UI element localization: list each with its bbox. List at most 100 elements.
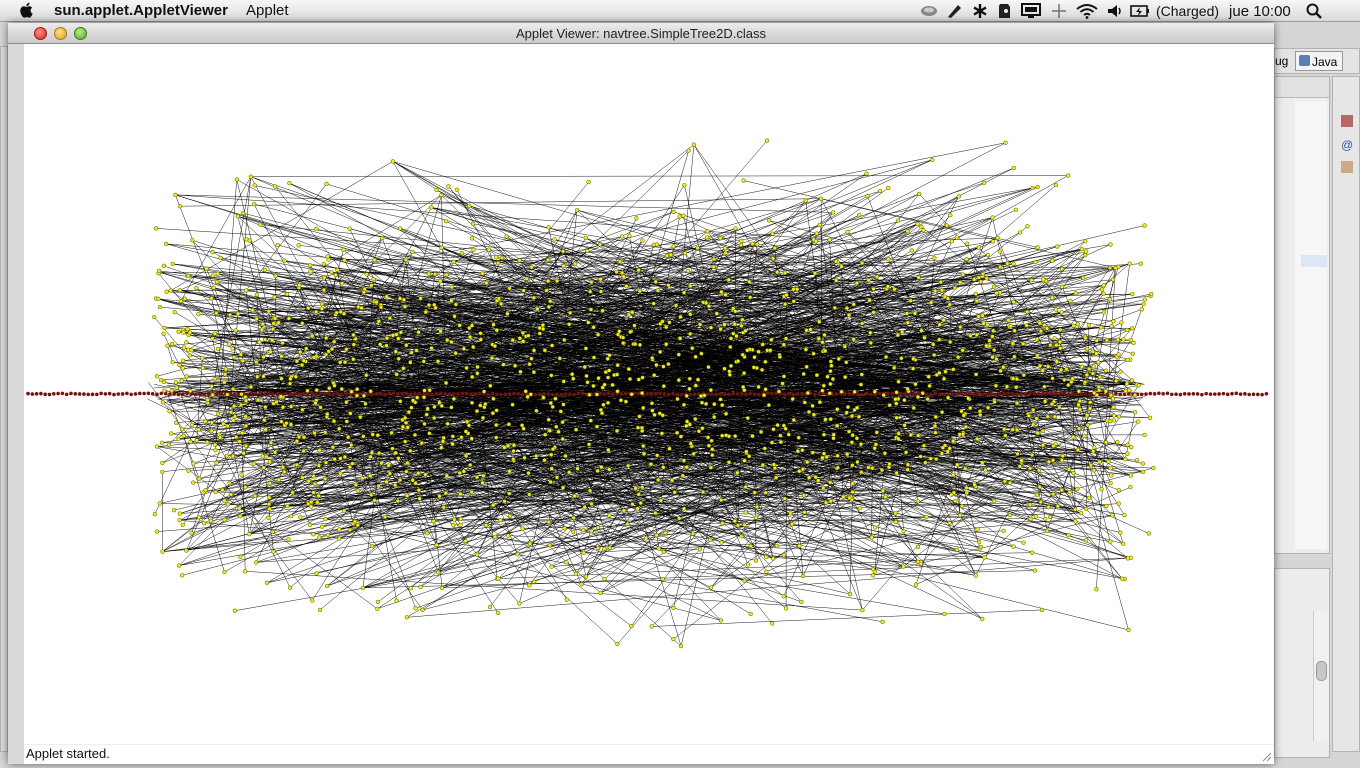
tree-node (1003, 433, 1008, 438)
pen-tool-icon[interactable] (940, 0, 968, 22)
tree-node (520, 526, 525, 531)
tree-node (618, 398, 624, 403)
tree-node (469, 436, 474, 441)
at-icon[interactable]: @ (1341, 139, 1353, 151)
tree-node (748, 543, 753, 549)
zoom-button[interactable] (74, 27, 87, 40)
tree-node (325, 411, 330, 417)
tree-node (1040, 368, 1045, 373)
volume-icon[interactable] (1102, 0, 1128, 22)
applet-menu[interactable]: Applet (246, 2, 289, 19)
tree-node (1136, 419, 1141, 424)
tree-node (1034, 492, 1040, 498)
tree-node (153, 226, 159, 231)
tree-node (1125, 556, 1131, 561)
tree-node (222, 372, 228, 377)
tree-node (264, 454, 269, 459)
tree-node (810, 450, 815, 455)
tree-node (439, 585, 445, 591)
tree-node (932, 255, 937, 260)
tree-node (722, 366, 727, 371)
toolbar-icon-2[interactable] (1341, 161, 1353, 173)
tree-node (368, 473, 373, 479)
tree-node (681, 402, 687, 407)
app-menu[interactable]: sun.applet.AppletViewer (54, 2, 228, 19)
tree-node (341, 311, 347, 316)
axis-node (735, 392, 740, 396)
axis-node (800, 392, 804, 396)
tree-node (1096, 360, 1101, 365)
tree-node (156, 296, 161, 302)
tree-node (745, 415, 750, 421)
close-button[interactable] (34, 27, 47, 40)
tree-node (588, 418, 593, 423)
axis-node (387, 391, 392, 396)
tree-node (439, 245, 444, 250)
console-scrollbar[interactable] (1313, 611, 1328, 741)
tree-node (607, 467, 612, 472)
battery-icon[interactable] (1128, 0, 1152, 22)
tree-node (588, 307, 594, 312)
tree-node (883, 354, 889, 360)
tree-node (351, 342, 356, 347)
move-icon[interactable] (1046, 0, 1072, 22)
resize-grip-icon[interactable] (1262, 752, 1272, 762)
window-titlebar[interactable]: Applet Viewer: navtree.SimpleTree2D.clas… (8, 23, 1274, 44)
tree-node (563, 453, 568, 459)
apple-menu-icon[interactable] (18, 1, 36, 19)
tree-node (697, 547, 703, 552)
tree-node (1076, 402, 1081, 407)
tree-node (933, 288, 938, 294)
scrollbar-thumb[interactable] (1316, 661, 1327, 681)
perspective-debug[interactable]: ug (1275, 54, 1288, 68)
tree-node (237, 506, 242, 511)
axis-node (860, 392, 864, 397)
spotlight-search-icon[interactable] (1297, 0, 1331, 22)
toolbar-icon-1[interactable] (1341, 115, 1353, 127)
evernote-icon[interactable] (992, 0, 1016, 22)
tree-node (1139, 307, 1144, 312)
tree-node (783, 426, 788, 431)
tree-node (182, 296, 188, 301)
tree-node (425, 406, 430, 411)
display-icon[interactable] (1016, 0, 1046, 22)
growl-icon[interactable] (918, 0, 940, 22)
tree-node (1002, 479, 1008, 484)
tree-node (859, 470, 864, 475)
tree-node (1108, 481, 1113, 486)
tree-node (387, 315, 392, 321)
tree-node (600, 308, 605, 313)
tree-node (844, 360, 849, 365)
tree-node (517, 601, 522, 606)
clock[interactable]: jue 10:00 (1223, 0, 1297, 22)
tree-node (238, 514, 243, 519)
axis-node (955, 392, 959, 397)
wifi-icon[interactable] (1072, 0, 1102, 22)
tree-node (1094, 587, 1099, 592)
tree-node (550, 447, 556, 452)
tree-node (763, 387, 768, 392)
tree-node (191, 480, 196, 485)
tree-node (899, 356, 904, 361)
applet-canvas[interactable] (24, 44, 1274, 744)
tree-node (893, 519, 898, 525)
axis-node (30, 392, 35, 396)
tree-node (501, 362, 506, 367)
perspective-java[interactable]: Java (1295, 51, 1343, 71)
tree-node (980, 460, 985, 465)
tree-node (342, 360, 348, 365)
tree-node (1035, 353, 1040, 358)
axis-node (185, 391, 189, 396)
tree-node (215, 271, 220, 276)
tree-node (396, 456, 401, 461)
tree-node (1081, 275, 1086, 280)
minimize-button[interactable] (54, 27, 67, 40)
tree-node (1140, 469, 1146, 475)
tree-node (224, 453, 229, 459)
tree-node (820, 455, 825, 460)
tree-node (276, 320, 281, 325)
tree-node (1014, 427, 1020, 433)
tree-node (181, 330, 186, 335)
tree-node (685, 268, 691, 274)
asterisk-icon[interactable] (968, 0, 992, 22)
